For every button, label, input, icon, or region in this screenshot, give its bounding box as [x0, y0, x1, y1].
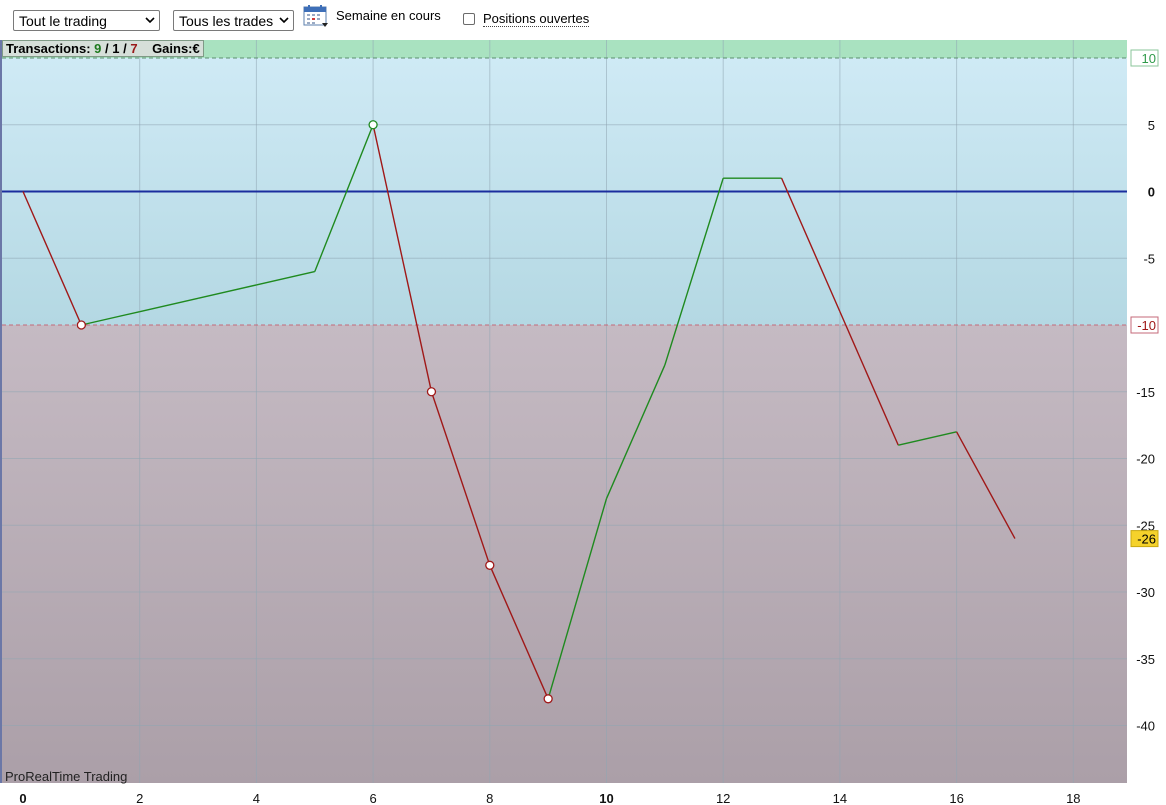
x-tick-label: 8 — [486, 791, 493, 805]
y-tick-label: 0 — [1148, 185, 1155, 200]
x-tick-label: 14 — [833, 791, 847, 805]
summary-separator: / — [105, 41, 109, 56]
axis-background — [1127, 40, 1166, 805]
gain-marker — [368, 120, 378, 130]
x-tick-label: 18 — [1066, 791, 1080, 805]
loss-zone — [2, 325, 1127, 783]
equity-chart: 0 2 4 6 8 10 12 14 16 1850-5-15-20-25-30-35-4010-… — [0, 40, 1166, 805]
gains-currency: € — [192, 41, 200, 56]
x-tick-label: 2 — [136, 791, 143, 805]
transactions-label: Transactions: — [6, 41, 91, 56]
neutral-count: 1 — [112, 41, 120, 56]
summary-separator: / — [123, 41, 127, 56]
x-tick-label: 4 — [253, 791, 260, 805]
upper-level-badge-label: 10 — [1142, 51, 1156, 66]
y-tick-label: -35 — [1136, 652, 1155, 667]
y-tick-label: -20 — [1136, 452, 1155, 467]
gains-label: Gains: — [152, 41, 193, 56]
x-tick-label: 12 — [716, 791, 730, 805]
y-tick-label: 5 — [1148, 118, 1155, 133]
lower-level-badge-label: -10 — [1137, 318, 1156, 333]
winning-count: 9 — [94, 41, 102, 56]
loss-marker — [426, 387, 437, 397]
x-tick-label: 16 — [949, 791, 963, 805]
y-tick-label: -40 — [1136, 719, 1155, 734]
y-tick-label: -15 — [1136, 385, 1155, 400]
last-value-badge-label: -26 — [1137, 532, 1156, 547]
loss-marker — [76, 320, 86, 330]
x-tick-label: 6 — [369, 791, 376, 805]
trade-summary: Transactions: 9 / 1 / 7 Gains:€ — [2, 40, 204, 57]
y-tick-label: -30 — [1136, 585, 1155, 600]
loss-marker — [543, 694, 553, 704]
loss-marker — [485, 560, 495, 570]
chart-background — [0, 40, 1166, 805]
x-tick-label: 10 — [599, 791, 613, 805]
losing-count: 7 — [130, 41, 138, 56]
x-tick-label: 0 — [19, 791, 26, 805]
y-tick-label: -5 — [1143, 251, 1155, 266]
brand-label: ProRealTime Trading — [5, 769, 128, 784]
